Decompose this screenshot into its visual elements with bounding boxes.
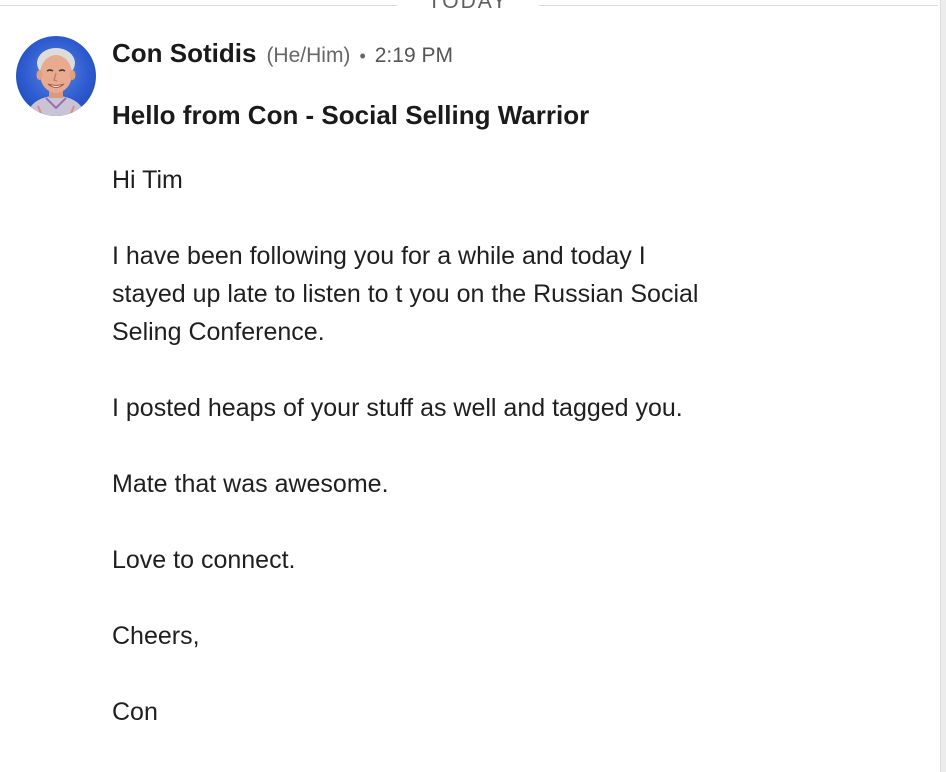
divider-line-right — [539, 5, 938, 6]
message-subject: Hello from Con - Social Selling Warrior — [112, 100, 590, 130]
date-divider-label: TODAY — [427, 0, 509, 13]
message-signature: Con — [112, 698, 158, 726]
message-line: Love to connect. — [112, 546, 296, 574]
message-signoff: Cheers, — [112, 622, 200, 650]
avatar-portrait-icon — [26, 48, 86, 116]
message-timestamp: 2:19 PM — [374, 44, 453, 67]
message-line: I have been following you for a while an… — [112, 242, 646, 270]
scrollbar-track[interactable] — [940, 0, 946, 772]
message-line: Seling Conference. — [112, 318, 325, 346]
header-separator: • — [359, 46, 366, 66]
message-line: I posted heaps of your stuff as well and… — [112, 394, 683, 422]
message-header: Con Sotidis (He/Him) • 2:19 PM — [112, 38, 453, 76]
sender-avatar[interactable] — [16, 36, 96, 116]
divider-line-left — [0, 5, 397, 6]
message-line: Mate that was awesome. — [112, 470, 389, 498]
sender-pronouns: (He/Him) — [266, 44, 351, 67]
message-greeting: Hi Tim — [112, 166, 183, 194]
message-line: stayed up late to listen to t you on the… — [112, 280, 699, 308]
date-divider: TODAY — [0, 0, 938, 14]
sender-name-link[interactable]: Con Sotidis — [112, 38, 256, 69]
